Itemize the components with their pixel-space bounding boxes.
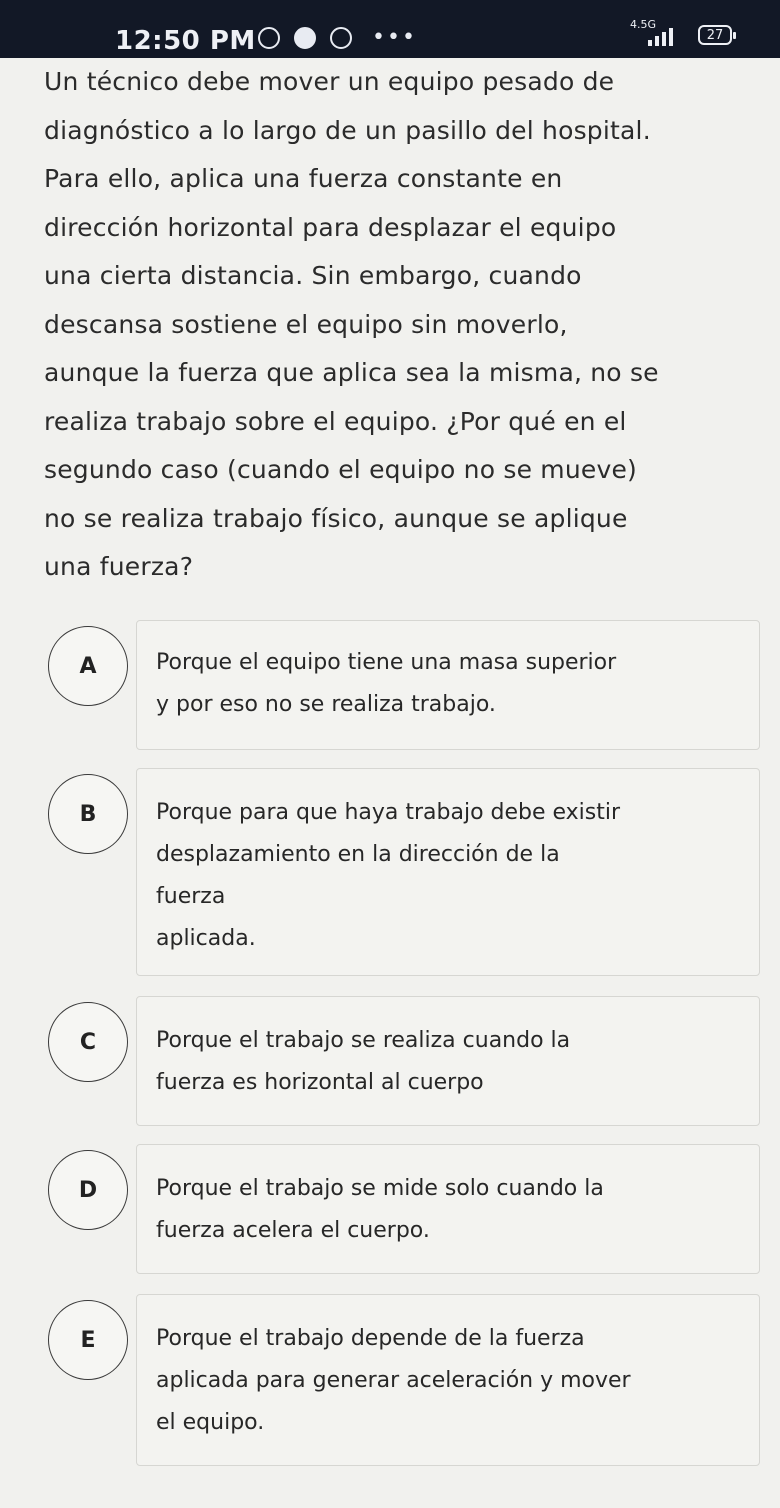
question-line: dirección horizontal para desplazar el e… <box>44 212 617 242</box>
question-line: diagnóstico a lo largo de un pasillo del… <box>44 115 651 145</box>
option-text: Porque para que haya trabajo debe existi… <box>156 792 746 960</box>
option-line: aplicada. <box>156 926 256 951</box>
option-line: Porque para que haya trabajo debe existi… <box>156 800 621 825</box>
option-letter[interactable]: D <box>48 1150 128 1230</box>
option-d[interactable]: D Porque el trabajo se mide solo cuando … <box>48 1144 760 1274</box>
question-line: Para ello, aplica una fuerza constante e… <box>44 164 563 193</box>
messenger-icon <box>294 27 316 49</box>
option-line: fuerza es horizontal al cuerpo <box>156 1070 484 1095</box>
option-text: Porque el equipo tiene una masa superior… <box>156 642 746 726</box>
option-letter[interactable]: C <box>48 1002 128 1082</box>
question-line: Un técnico debe mover un equipo pesado d… <box>44 67 615 96</box>
question-line: una cierta distancia. Sin embargo, cuand… <box>44 261 582 290</box>
option-letter[interactable]: A <box>48 626 128 706</box>
question-line: segundo caso (cuando el equipo no se mue… <box>44 455 637 484</box>
battery-icon: 27 <box>698 25 736 45</box>
option-line: Porque el trabajo depende de la fuerza <box>156 1326 585 1351</box>
option-line: fuerza acelera el cuerpo. <box>156 1218 430 1243</box>
notification-icons: ••• <box>258 27 417 49</box>
option-line: desplazamiento en la dirección de la <box>156 842 560 867</box>
question-line: no se realiza trabajo físico, aunque se … <box>44 503 628 533</box>
option-line: Porque el trabajo se mide solo cuando la <box>156 1176 604 1201</box>
signal-icon <box>648 28 673 46</box>
option-text: Porque el trabajo se realiza cuando la f… <box>156 1020 746 1104</box>
option-line: fuerza <box>156 884 226 909</box>
question-line: realiza trabajo sobre el equipo. ¿Por qu… <box>44 406 627 436</box>
more-dots-icon: ••• <box>372 25 417 50</box>
question-text: Un técnico debe mover un equipo pesado d… <box>44 58 769 592</box>
option-letter[interactable]: B <box>48 774 128 854</box>
option-e[interactable]: E Porque el trabajo depende de la fuerza… <box>48 1294 760 1466</box>
question-line: una fuerza? <box>44 552 194 581</box>
option-line: aplicada para generar aceleración y move… <box>156 1368 631 1393</box>
option-line: el equipo. <box>156 1410 265 1435</box>
option-b[interactable]: B Porque para que haya trabajo debe exis… <box>48 768 760 976</box>
option-line: Porque el equipo tiene una masa superior <box>156 650 617 675</box>
option-text: Porque el trabajo depende de la fuerza a… <box>156 1318 746 1444</box>
question-page: Un técnico debe mover un equipo pesado d… <box>0 58 780 1508</box>
option-line: y por eso no se realiza trabajo. <box>156 692 496 717</box>
notification-icon <box>330 27 352 49</box>
option-c[interactable]: C Porque el trabajo se realiza cuando la… <box>48 996 760 1126</box>
question-line: descansa sostiene el equipo sin moverlo, <box>44 309 568 339</box>
option-letter[interactable]: E <box>48 1300 128 1380</box>
option-line: Porque el trabajo se realiza cuando la <box>156 1028 571 1053</box>
option-a[interactable]: A Porque el equipo tiene una masa superi… <box>48 620 760 750</box>
whatsapp-icon <box>258 27 280 49</box>
status-time: 12:50 PM <box>115 26 256 56</box>
option-text: Porque el trabajo se mide solo cuando la… <box>156 1168 746 1252</box>
question-line: aunque la fuerza que aplica sea la misma… <box>44 358 659 387</box>
